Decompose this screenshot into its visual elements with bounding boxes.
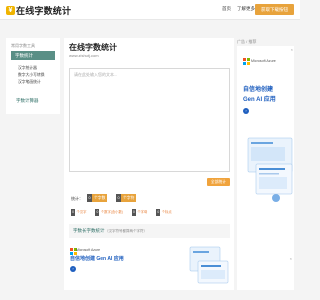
close-icon[interactable]: × <box>291 47 293 52</box>
ad-illustration-icon <box>247 137 293 202</box>
ad-headline-1: 自信地创建 <box>243 87 274 93</box>
stats-area: 统计： 0 个字数 0 个字符 0 个汉字 0 个数字(含小数) 0 个字母 0… <box>69 193 230 223</box>
punct-count-label: 个标点 <box>161 210 172 214</box>
logo-badge-icon: ¥ <box>6 5 15 15</box>
feature-note: （汉字符号都算两个字符） <box>105 228 147 233</box>
microsoft-logo-icon <box>243 58 250 65</box>
ad-title: 自信地创建 Gen AI 应用 <box>70 256 124 262</box>
sidebar-title: 常用字数工具 <box>11 43 35 48</box>
ad-label: 广告 / 推荐 <box>237 39 257 44</box>
char-count-label: 个字符 <box>121 194 137 202</box>
nav-about-link[interactable]: 了解更多 <box>237 6 255 12</box>
right-bottom-panel: × <box>237 246 294 290</box>
count-all-button[interactable]: 全部统计 <box>207 178 230 186</box>
main-panel: 在线字数统计 www.zishutj.com 全部统计 统计： 0 个字数 0 … <box>64 38 234 247</box>
bottom-ad-banner[interactable]: Microsoft Azure 自信地创建 Gen AI 应用 › <box>64 240 234 290</box>
feature-section: 字数长字数统计 （汉字符号都算两个字符） <box>69 224 230 238</box>
stats-label: 统计： <box>71 196 83 201</box>
word-count-chip: 0 个字数 <box>87 194 108 202</box>
page: ¥ 在线字数统计 首页 了解更多 获取下载按钮 常用字数工具 字数统计 汉字统计… <box>0 0 300 300</box>
ad-illustration-icon <box>189 246 229 284</box>
sidebar-item-calculator[interactable]: 字数计算器 <box>16 98 39 104</box>
text-input[interactable] <box>69 68 230 172</box>
get-download-button[interactable]: 获取下载按钮 <box>255 4 294 15</box>
ad-headline-2: Gen AI 应用 <box>243 97 276 103</box>
ad-brand: Microsoft Azure <box>251 58 276 63</box>
sidebar-subitem-strokes[interactable]: 汉字笔画统计 <box>18 80 41 85</box>
ad-brand: Microsoft Azure <box>76 248 101 252</box>
right-ad-banner[interactable]: × Microsoft Azure 自信地创建 Gen AI 应用 › <box>237 46 294 246</box>
nav-home-link[interactable]: 首页 <box>222 6 231 12</box>
sidebar-subitem-number-case[interactable]: 数字大小写转换 <box>18 73 45 78</box>
hanzi-count-label: 个汉字 <box>76 210 87 214</box>
sidebar-item-word-count[interactable]: 字数统计 <box>11 51 55 60</box>
detail-stats-row: 0 个汉字 0 个数字(含小数) 0 个字母 0 个标点 <box>71 209 181 216</box>
arrow-right-icon[interactable]: › <box>243 108 249 114</box>
right-ad: 广告 / 推荐 × Microsoft Azure 自信地创建 Gen AI 应… <box>237 38 294 247</box>
site-url: www.zishutj.com <box>69 53 99 58</box>
digit-count-label: 个数字(含小数) <box>100 210 123 214</box>
word-count-label: 个字数 <box>92 194 108 202</box>
char-count-chip: 0 个字符 <box>116 194 137 202</box>
site-logo[interactable]: ¥ 在线字数统计 <box>6 4 71 16</box>
sidebar: 常用字数工具 字数统计 汉字统计器 数字大小写转换 汉字笔画统计 字数计算器 <box>6 38 60 114</box>
logo-text: 在线字数统计 <box>16 5 72 16</box>
page-title: 在线字数统计 <box>69 43 117 52</box>
top-header: ¥ 在线字数统计 首页 了解更多 获取下载按钮 <box>0 0 300 20</box>
letter-count-label: 个字母 <box>137 210 148 214</box>
close-icon[interactable]: × <box>290 256 292 261</box>
arrow-right-icon[interactable]: › <box>70 266 76 272</box>
feature-title: 字数长字数统计 <box>73 228 105 233</box>
sidebar-subitem-hanzi[interactable]: 汉字统计器 <box>18 66 37 71</box>
